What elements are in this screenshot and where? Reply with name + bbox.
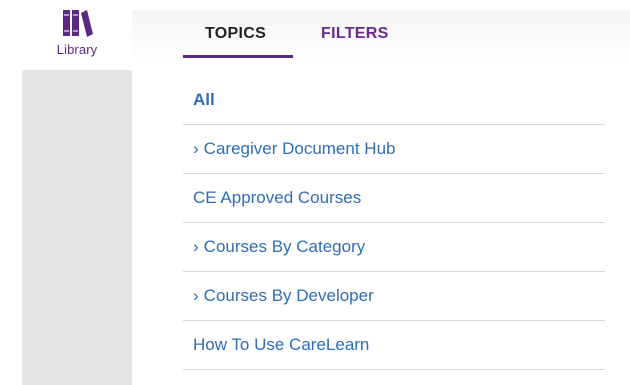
page: Library TOPICS FILTERS All › Caregiver D… <box>0 0 630 385</box>
chevron-right-icon: › <box>193 286 199 305</box>
topic-item-courses-by-developer[interactable]: › Courses By Developer <box>183 272 605 321</box>
topic-label: CE Approved Courses <box>193 188 362 207</box>
topic-label: Courses By Category <box>203 237 366 256</box>
tab-topics[interactable]: TOPICS <box>205 25 266 43</box>
topic-item-how-to-use-carelearn[interactable]: How To Use CareLearn <box>183 321 605 370</box>
topic-label: How To Use CareLearn <box>193 335 370 354</box>
tab-filters[interactable]: FILTERS <box>321 25 389 43</box>
topic-item-courses-by-category[interactable]: › Courses By Category <box>183 223 605 272</box>
chevron-right-icon: › <box>193 237 199 256</box>
active-tab-indicator <box>183 55 293 58</box>
library-nav-button[interactable]: Library <box>22 6 132 64</box>
topic-item-all[interactable]: All <box>183 76 605 125</box>
topic-item-ce-approved-courses[interactable]: CE Approved Courses <box>183 174 605 223</box>
topic-label: Courses By Developer <box>203 286 374 305</box>
topic-label: All <box>193 90 215 109</box>
rail-panel <box>22 70 132 385</box>
topic-label: Caregiver Document Hub <box>203 139 396 158</box>
chevron-right-icon: › <box>193 139 199 158</box>
books-icon <box>63 10 93 37</box>
library-label: Library <box>56 42 98 57</box>
topic-item-caregiver-document-hub[interactable]: › Caregiver Document Hub <box>183 125 605 174</box>
topic-list: All › Caregiver Document Hub CE Approved… <box>183 76 605 370</box>
left-rail: Library <box>0 0 132 385</box>
